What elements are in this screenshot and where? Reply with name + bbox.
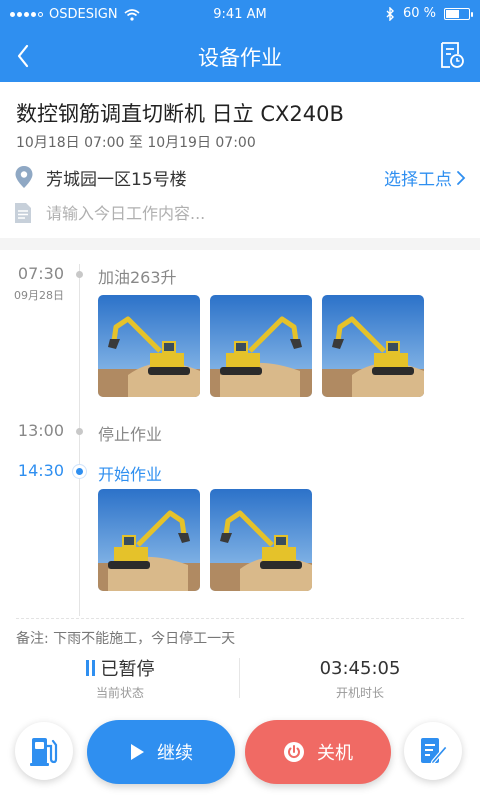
document-icon	[15, 203, 31, 223]
battery-icon	[444, 7, 473, 20]
location-row: 芳城园一区15号楼 选择工点	[14, 162, 466, 192]
edit-log-icon	[421, 738, 448, 765]
work-period: 10月18日 07:00 至 10月19日 07:00	[16, 135, 256, 151]
refuel-button[interactable]	[15, 722, 73, 780]
timeline-dot	[76, 271, 83, 278]
entry-label: 开始作业	[98, 465, 163, 484]
photo-thumbnail[interactable]	[322, 295, 424, 397]
page-title: 设备作业	[198, 46, 282, 70]
chevron-right-icon	[457, 170, 466, 185]
choose-site-label: 选择工点	[384, 170, 452, 190]
work-content-input[interactable]	[46, 203, 426, 223]
excavator-photo	[98, 295, 200, 397]
equipment-name: 数控钢筋调直切断机 日立 CX240B	[16, 102, 344, 126]
photo-thumbnail[interactable]	[98, 295, 200, 397]
choose-site-link[interactable]: 选择工点	[384, 165, 466, 190]
battery-percent: 60 %	[402, 6, 436, 21]
shutdown-button[interactable]: 关机	[245, 720, 391, 784]
status-right: 60 %	[386, 6, 473, 21]
entry-label: 停止作业	[98, 425, 163, 444]
timeline-dot-active	[76, 468, 83, 475]
history-button[interactable]	[436, 40, 466, 70]
power-icon	[284, 742, 304, 762]
current-state-value-row: 已暂停	[0, 654, 240, 682]
current-state: 已暂停 当前状态	[0, 654, 240, 701]
continue-label: 继续	[157, 743, 193, 764]
remark-text: 备注: 下雨不能施工，今日停工一天	[16, 631, 236, 647]
run-duration-value: 03:45:05	[319, 657, 401, 679]
edit-log-button[interactable]	[404, 722, 462, 780]
shutdown-label: 关机	[317, 743, 353, 764]
status-bar: OSDESIGN 9:41 AM 60 %	[0, 0, 480, 30]
status-summary: 已暂停 当前状态 03:45:05 开机时长	[0, 654, 480, 704]
fuel-pump-icon	[30, 738, 58, 766]
location-name: 芳城园一区15号楼	[46, 169, 187, 190]
work-timeline: 07:30 09月28日 加油263升 13:00 停止作业 14:30 开始作…	[0, 250, 480, 620]
action-bar: 继续 关机	[0, 712, 480, 800]
current-state-value: 已暂停	[100, 659, 155, 680]
photo-thumbnail[interactable]	[98, 489, 200, 591]
entry-time: 07:30	[17, 264, 64, 283]
entry-label: 加油263升	[98, 268, 177, 287]
section-gap	[0, 238, 480, 250]
excavator-photo	[210, 489, 312, 591]
current-state-label: 当前状态	[95, 686, 144, 700]
work-content-row	[14, 200, 466, 226]
run-duration: 03:45:05 开机时长	[240, 654, 480, 701]
equipment-info: 数控钢筋调直切断机 日立 CX240B 10月18日 07:00 至 10月19…	[0, 82, 480, 238]
timeline-line	[79, 264, 80, 616]
run-duration-label: 开机时长	[335, 686, 384, 700]
divider	[16, 618, 464, 619]
pause-icon	[85, 660, 95, 676]
continue-button[interactable]: 继续	[87, 720, 235, 784]
excavator-photo	[210, 295, 312, 397]
nav-header: 设备作业	[0, 30, 480, 82]
entry-date: 09月28日	[14, 289, 64, 302]
photo-thumbnail[interactable]	[210, 489, 312, 591]
timeline-dot	[76, 428, 83, 435]
location-pin-icon	[15, 166, 33, 188]
excavator-photo	[322, 295, 424, 397]
document-clock-icon	[441, 42, 464, 68]
bluetooth-icon	[386, 6, 394, 21]
entry-time: 14:30	[17, 461, 64, 480]
play-icon	[131, 744, 144, 760]
excavator-photo	[98, 489, 200, 591]
top-bar: OSDESIGN 9:41 AM 60 % 设备作业	[0, 0, 480, 82]
entry-time: 13:00	[17, 421, 64, 440]
photo-thumbnail[interactable]	[210, 295, 312, 397]
